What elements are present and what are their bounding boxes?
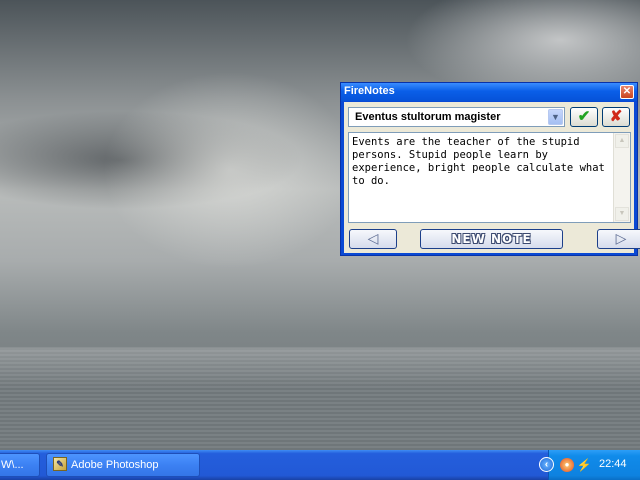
taskbar-button-label: Adobe Photoshop bbox=[71, 459, 159, 471]
delete-button[interactable]: ✘ bbox=[602, 107, 630, 127]
note-text-area[interactable]: Events are the teacher of the stupid per… bbox=[348, 132, 631, 223]
vertical-scrollbar[interactable]: ▲ ▼ bbox=[613, 133, 630, 222]
next-note-button[interactable]: ▷ bbox=[597, 229, 640, 249]
firenotes-body: Eventus stultorum magister ▼ ✔ ✘ Events … bbox=[344, 102, 640, 253]
chevron-down-icon[interactable]: ▼ bbox=[548, 109, 563, 125]
photoshop-icon: ✎ bbox=[53, 456, 67, 471]
arrow-right-icon: ▷ bbox=[615, 230, 627, 246]
note-title-select[interactable]: Eventus stultorum magister ▼ bbox=[348, 107, 565, 127]
firefox-icon[interactable]: ● bbox=[560, 458, 574, 472]
previous-note-button[interactable]: ◁ bbox=[349, 229, 397, 249]
save-button[interactable]: ✔ bbox=[570, 107, 598, 127]
new-note-button[interactable]: NEW NOTE bbox=[420, 229, 563, 249]
checkmark-icon: ✔ bbox=[577, 108, 591, 125]
close-icon[interactable]: ✕ bbox=[620, 85, 634, 99]
x-mark-icon: ✘ bbox=[609, 108, 623, 125]
firenotes-titlebar[interactable]: FireNotes ✕ bbox=[341, 83, 637, 101]
system-tray: ‹ ● ⚡ 22:44 bbox=[539, 450, 640, 480]
network-icon[interactable]: ⚡ bbox=[576, 457, 592, 473]
taskbar-button-label: W\... bbox=[1, 459, 24, 471]
scroll-down-icon[interactable]: ▼ bbox=[615, 207, 629, 221]
window-title: FireNotes bbox=[344, 85, 395, 97]
note-title-value: Eventus stultorum magister bbox=[355, 111, 501, 123]
scroll-up-icon[interactable]: ▲ bbox=[615, 134, 629, 148]
taskbar-button-photoshop[interactable]: ✎ Adobe Photoshop bbox=[46, 453, 200, 477]
firenotes-window: FireNotes ✕ Eventus stultorum magister ▼… bbox=[340, 82, 640, 256]
wallpaper-sea bbox=[0, 348, 640, 450]
arrow-left-icon: ◁ bbox=[367, 230, 379, 246]
tray-clock[interactable]: 22:44 bbox=[599, 458, 627, 470]
note-text: Events are the teacher of the stupid per… bbox=[352, 136, 605, 187]
taskbar-button-window[interactable]: W\... bbox=[0, 453, 40, 477]
new-note-label: NEW NOTE bbox=[451, 232, 532, 246]
chevron-left-icon[interactable]: ‹ bbox=[539, 457, 554, 472]
